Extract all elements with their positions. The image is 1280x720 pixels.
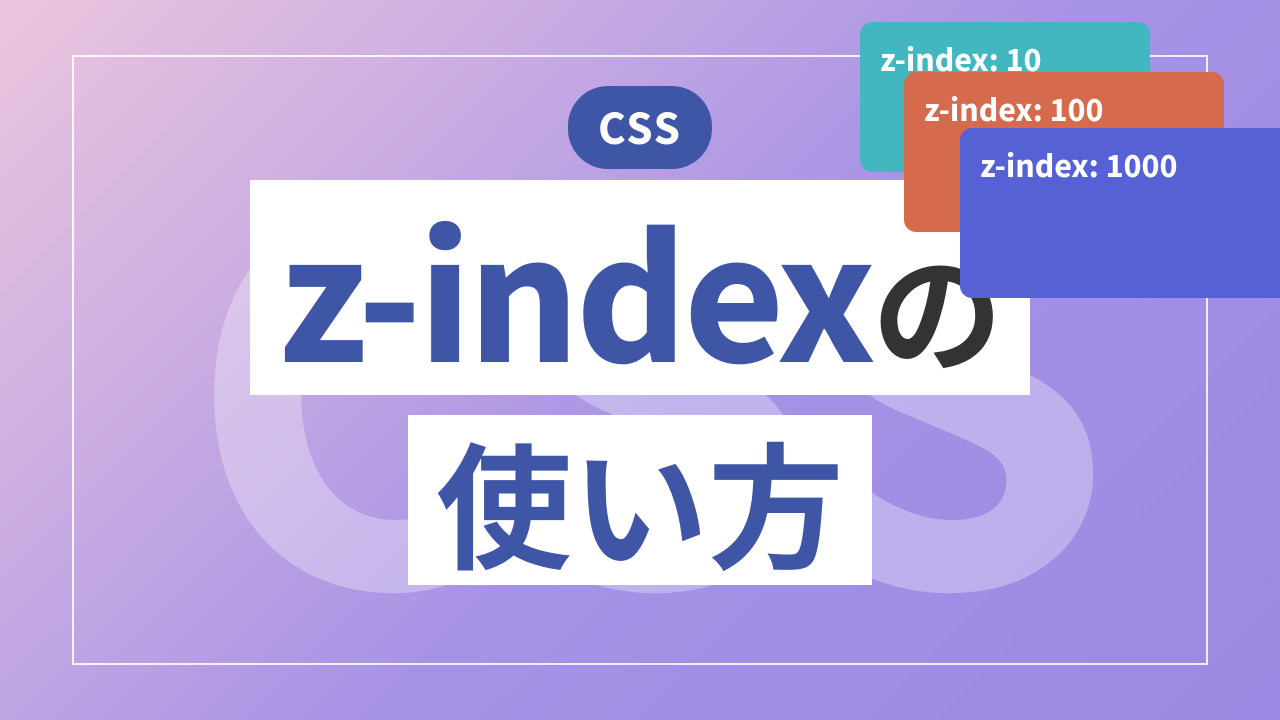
- title-keyword: z-index: [278, 180, 873, 395]
- title-line-2: 使い方: [408, 415, 872, 585]
- zindex-card-stack: z-index: 10 z-index: 100 z-index: 1000: [840, 22, 1280, 282]
- thumbnail-canvas: CSS CSS z-index の 使い方 z-index: 10 z-inde…: [0, 0, 1280, 720]
- zindex-card-1000: z-index: 1000: [960, 128, 1280, 298]
- css-badge: CSS: [568, 86, 712, 169]
- title-subtitle: 使い方: [436, 415, 844, 585]
